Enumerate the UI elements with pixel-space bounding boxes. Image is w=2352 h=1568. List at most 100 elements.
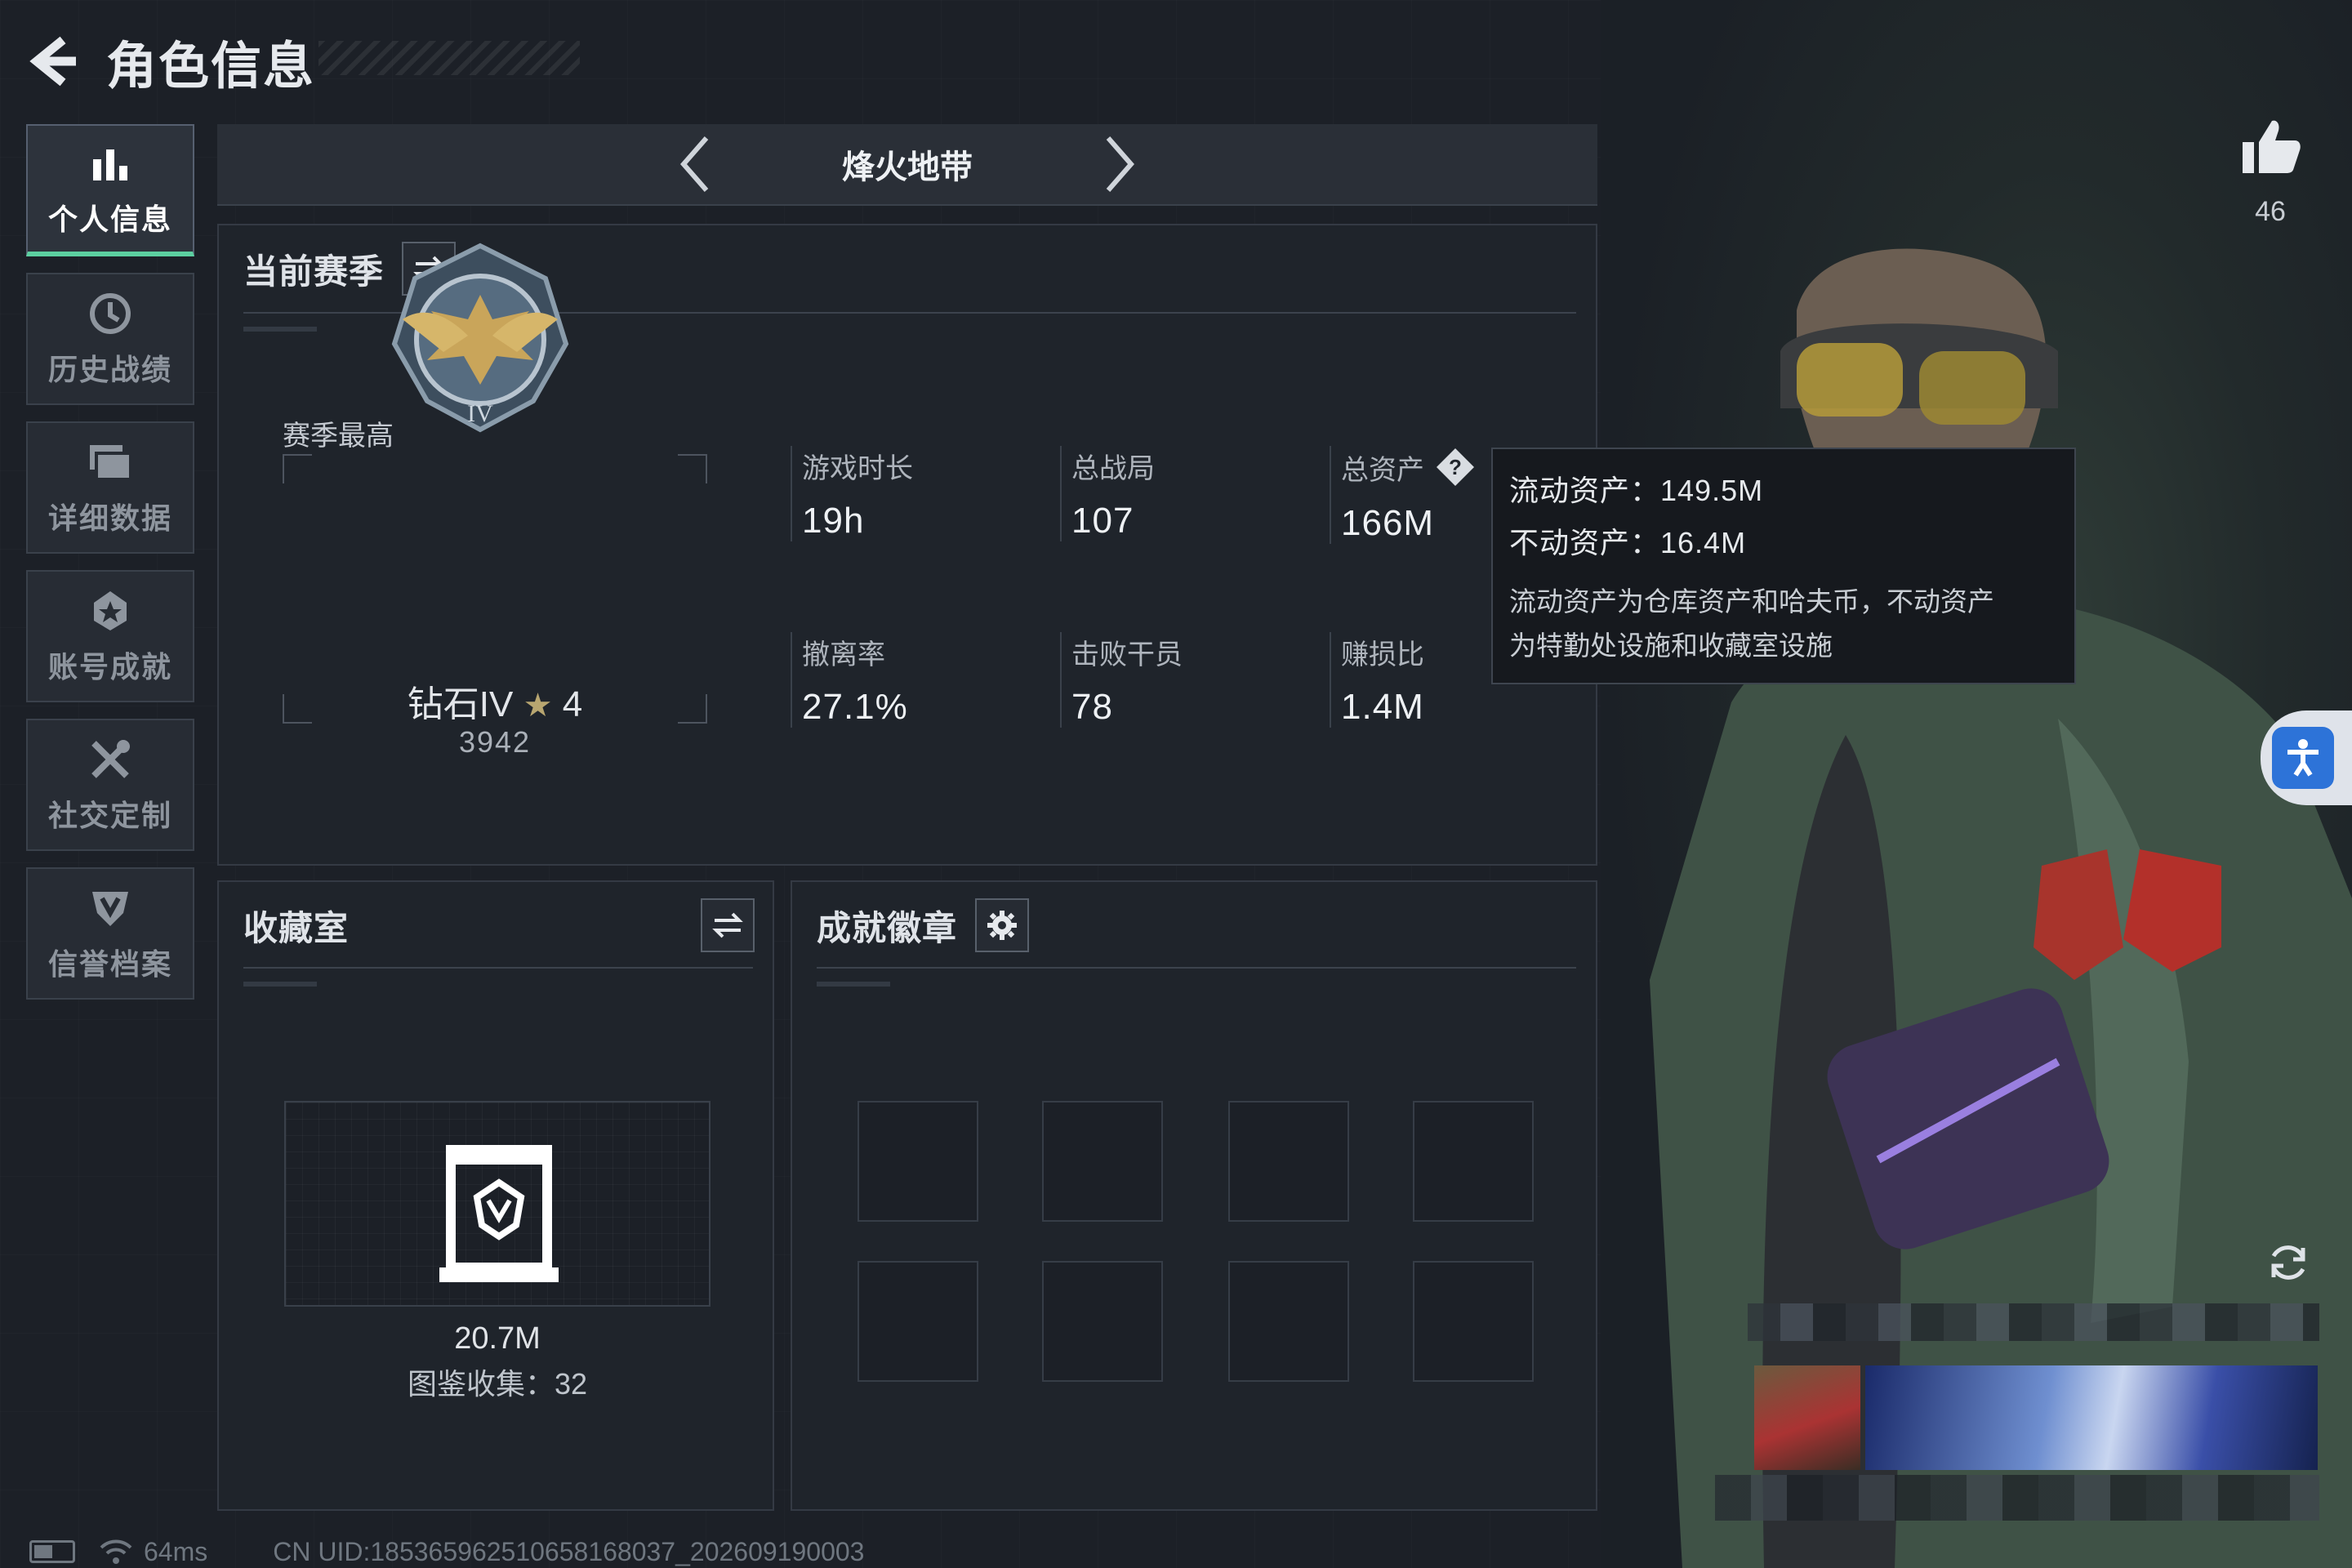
badge-slot[interactable] [1042, 1261, 1163, 1382]
showcase-thumbnails[interactable] [1754, 1365, 2318, 1470]
tooltip-liquid-assets: 流动资产：149.5M [1509, 474, 1764, 507]
svg-text:IV: IV [467, 400, 493, 427]
shield-reputation-icon [86, 884, 135, 933]
panel-title: 收藏室 [243, 908, 350, 947]
collection-switch-button[interactable] [701, 898, 755, 952]
rank-name: 钻石IV ★ 4 [283, 675, 707, 727]
divider-accent [817, 982, 890, 987]
display-case-icon [439, 1145, 559, 1282]
like-button[interactable] [2238, 114, 2303, 180]
badge-slot[interactable] [1228, 1261, 1349, 1382]
thumbnail-figure[interactable] [1754, 1365, 1860, 1470]
sidebar-item-label: 信誉档案 [47, 947, 172, 981]
rank-star-count: 4 [562, 684, 583, 724]
rank-score: 3942 [458, 725, 532, 759]
accessibility-icon [2272, 727, 2334, 789]
sidebar-item-label: 个人信息 [47, 203, 172, 236]
badge-slot[interactable] [858, 1101, 978, 1222]
sidebar-item-history[interactable]: 历史战绩 [26, 273, 194, 405]
blurred-strip-bottom [1715, 1475, 2319, 1521]
stat-operators-defeated: 击败干员 78 [1060, 632, 1183, 728]
collection-card[interactable] [284, 1101, 710, 1307]
collection-panel: 收藏室 20.7M 图鉴收集：32 [217, 880, 774, 1511]
ping-value: 64ms [144, 1536, 208, 1566]
achievement-star-icon [86, 586, 135, 635]
stat-value: 27.1% [802, 687, 908, 727]
diamond-rank-badge-icon: IV [391, 243, 569, 433]
stat-label: 游戏时长 [802, 453, 913, 484]
badge-slot[interactable] [1413, 1261, 1534, 1382]
swap-icon [712, 912, 743, 938]
mode-prev-button[interactable] [662, 131, 728, 197]
achievement-badges-panel: 成就徽章 [791, 880, 1597, 1511]
mode-selector: 烽火地带 [217, 124, 1597, 206]
mode-next-button[interactable] [1087, 131, 1152, 197]
stat-value: 19h [802, 501, 865, 541]
current-season-panel: 当前赛季 赛季最高 IV 钻石IV ★ 4 3942 游戏时长 19h 总战局 … [217, 224, 1597, 866]
stat-profit-ratio: 赚损比 1.4M [1330, 632, 1424, 728]
status-footer: 64ms CN UID:1853659625106581680​37_20260… [29, 1535, 864, 1568]
page-header: 角色信息 [24, 24, 580, 98]
panel-header: 收藏室 [243, 898, 755, 952]
like-count: 46 [2255, 196, 2286, 227]
thumbnail-scene[interactable] [1865, 1365, 2318, 1470]
tooltip-desc-line: 为特勤处设施和收藏室设施 [1509, 630, 1833, 661]
tooltip-fixed-assets: 不动资产：16.4M [1509, 526, 1747, 559]
wifi-icon [100, 1539, 132, 1564]
panel-title: 成就徽章 [817, 908, 958, 947]
stat-play-time: 游戏时长 19h [791, 446, 913, 541]
stat-label: 赚损比 [1341, 639, 1424, 670]
accessibility-button[interactable] [2261, 710, 2352, 805]
tools-icon [86, 735, 135, 784]
mode-title: 烽火地带 [842, 149, 973, 185]
gear-icon [987, 911, 1018, 940]
sidebar-item-social-custom[interactable]: 社交定制 [26, 719, 194, 851]
back-arrow-icon [29, 36, 76, 87]
badge-slot[interactable] [1042, 1101, 1163, 1222]
badge-slot[interactable] [1413, 1101, 1534, 1222]
stat-extraction-rate: 撤离率 27.1% [791, 632, 908, 728]
divider [817, 967, 1576, 969]
badges-settings-button[interactable] [975, 898, 1030, 952]
star-icon: ★ [523, 688, 553, 724]
sidebar-item-reputation[interactable]: 信誉档案 [26, 867, 194, 1000]
stat-value: 78 [1071, 687, 1113, 727]
stat-total-assets: 总资产 ? 166M [1330, 446, 1477, 544]
sidebar-item-label: 历史战绩 [47, 353, 172, 386]
sidebar-item-achievements[interactable]: 账号成就 [26, 570, 194, 702]
sidebar-item-detail-data[interactable]: 详细数据 [26, 421, 194, 554]
stat-label: 撤离率 [802, 639, 885, 670]
collection-value: 20.7M [454, 1321, 541, 1356]
badge-slot[interactable] [1228, 1101, 1349, 1222]
rotate-button[interactable] [2264, 1238, 2313, 1287]
rank-tier: 钻石IV [407, 684, 514, 724]
thumbs-up-icon [2243, 120, 2301, 173]
sidebar-item-label: 社交定制 [47, 799, 172, 832]
bar-chart-icon [86, 139, 135, 188]
help-icon[interactable]: ? [1434, 446, 1477, 488]
collection-count: 图鉴收集：32 [407, 1367, 588, 1401]
sidebar: 个人信息 历史战绩 详细数据 账号成就 社交定制 信誉档案 [26, 124, 194, 1016]
stat-label: 总资产 ? [1341, 446, 1477, 488]
chevron-left-icon [680, 136, 709, 192]
sidebar-item-personal-info[interactable]: 个人信息 [26, 124, 194, 256]
back-button[interactable] [24, 33, 82, 90]
stat-value: 107 [1071, 501, 1134, 541]
uid-text: CN UID:1853659625106581680​37_2026091900… [273, 1536, 865, 1566]
stat-label: 击败干员 [1071, 639, 1183, 670]
sidebar-item-label: 账号成就 [47, 650, 172, 684]
panel-title: 当前赛季 [243, 252, 385, 291]
rotate-icon [2271, 1245, 2305, 1280]
folder-data-icon [86, 438, 135, 487]
divider-accent [243, 327, 317, 332]
assets-tooltip: 流动资产：149.5M 不动资产：16.4M 流动资产为仓库资产和哈夫币，不动资… [1491, 448, 2076, 684]
badge-slot[interactable] [858, 1261, 978, 1382]
tooltip-desc-line: 流动资产为仓库资产和哈夫币，不动资产 [1509, 586, 1994, 617]
stat-label-text: 总资产 [1341, 454, 1424, 486]
stat-total-matches: 总战局 107 [1060, 446, 1155, 541]
season-best-label: 赛季最高 [283, 421, 394, 452]
stat-value: 1.4M [1341, 687, 1424, 727]
blurred-strip [1748, 1303, 2319, 1341]
stat-value: 166M [1341, 503, 1435, 543]
tooltip-description: 流动资产为仓库资产和哈夫币，不动资产 为特勤处设施和收藏室设施 [1509, 580, 2058, 668]
